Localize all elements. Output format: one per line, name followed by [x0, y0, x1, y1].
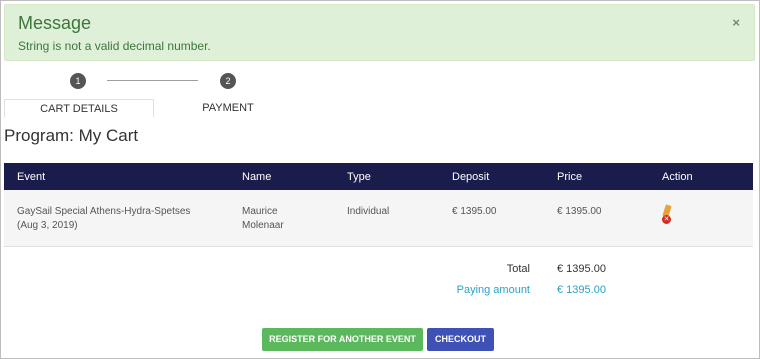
column-header-type: Type [334, 163, 439, 190]
cell-event: GaySail Special Athens-Hydra-Spetses (Au… [4, 190, 229, 247]
step-1-badge: 1 [70, 73, 86, 89]
cell-price: € 1395.00 [544, 190, 649, 247]
remove-icon[interactable]: ✕ [662, 215, 671, 224]
column-header-action: Action [649, 163, 753, 190]
tab-cart-details[interactable]: CART DETAILS [4, 99, 154, 117]
checkout-button[interactable]: CHECKOUT [427, 328, 494, 351]
total-label: Total [506, 263, 530, 275]
column-header-price: Price [544, 163, 649, 190]
cell-name: Maurice Molenaar [229, 190, 334, 247]
close-icon[interactable]: × [732, 15, 740, 30]
paying-amount-value: € 1395.00 [557, 284, 606, 296]
name-last: Molenaar [242, 220, 284, 231]
event-name: GaySail Special Athens-Hydra-Spetses [17, 206, 191, 217]
cart-table: Event Name Type Deposit Price Action Gay… [4, 163, 753, 247]
message-alert: Message String is not a valid decimal nu… [4, 4, 755, 61]
table-header-row: Event Name Type Deposit Price Action [4, 163, 753, 190]
tab-payment[interactable]: PAYMENT [154, 99, 302, 117]
total-value: € 1395.00 [557, 263, 606, 275]
column-header-name: Name [229, 163, 334, 190]
cell-deposit: € 1395.00 [439, 190, 544, 247]
column-header-deposit: Deposit [439, 163, 544, 190]
step-2-badge: 2 [220, 73, 236, 89]
cell-type: Individual [334, 190, 439, 247]
event-date: (Aug 3, 2019) [17, 220, 78, 231]
name-first: Maurice [242, 206, 278, 217]
step-indicator: 1 2 [0, 72, 300, 92]
action-icons: ✕ [662, 204, 676, 227]
alert-message: String is not a valid decimal number. [18, 39, 211, 53]
step-connector [107, 80, 198, 81]
table-row: GaySail Special Athens-Hydra-Spetses (Au… [4, 190, 753, 247]
page-title: Program: My Cart [4, 126, 139, 145]
paying-amount-label: Paying amount [456, 284, 530, 296]
cell-action: ✕ [649, 190, 753, 247]
column-header-event: Event [4, 163, 229, 190]
register-another-event-button[interactable]: REGISTER FOR ANOTHER EVENT [262, 328, 423, 351]
alert-title: Message [18, 13, 92, 33]
